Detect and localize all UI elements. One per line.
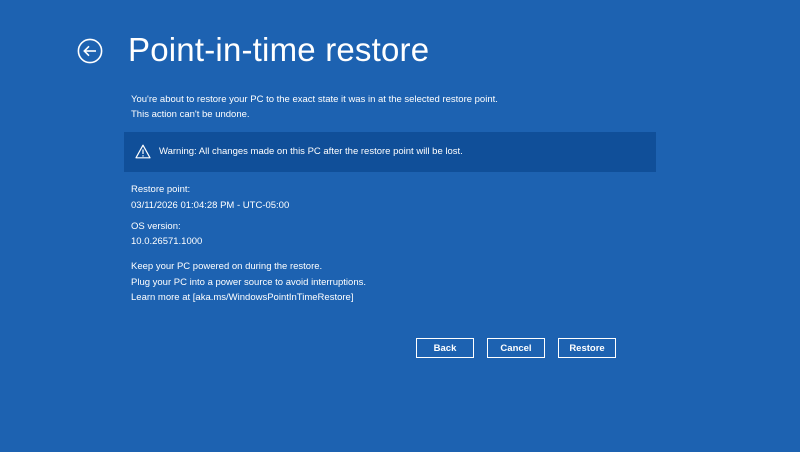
warning-banner: Warning: All changes made on this PC aft… <box>124 132 656 172</box>
warning-text: Warning: All changes made on this PC aft… <box>159 146 463 157</box>
restore-point-value: 03/11/2026 01:04:28 PM - UTC-05:00 <box>131 200 290 211</box>
note-learn-more: Learn more at [aka.ms/WindowsPointInTime… <box>131 292 354 303</box>
note-power: Keep your PC powered on during the resto… <box>131 261 323 272</box>
page-title: Point-in-time restore <box>128 31 430 68</box>
cancel-button[interactable]: Cancel <box>487 338 545 358</box>
restore-button[interactable]: Restore <box>558 338 616 358</box>
back-arrow-icon[interactable] <box>77 38 103 64</box>
restore-notes: Keep your PC powered on during the resto… <box>131 259 366 306</box>
intro-line: You're about to restore your PC to the e… <box>131 94 498 105</box>
note-plug: Plug your PC into a power source to avoi… <box>131 276 366 288</box>
restore-screen: Point-in-time restore You're about to re… <box>0 0 800 452</box>
warning-triangle-icon <box>135 144 151 159</box>
undone-line: This action can't be undone. <box>131 109 250 120</box>
restore-point-label: Restore point: <box>131 184 191 195</box>
intro-text: You're about to restore your PC to the e… <box>131 92 498 122</box>
os-version-value: 10.0.26571.1000 <box>131 236 203 247</box>
back-button[interactable]: Back <box>416 338 474 358</box>
